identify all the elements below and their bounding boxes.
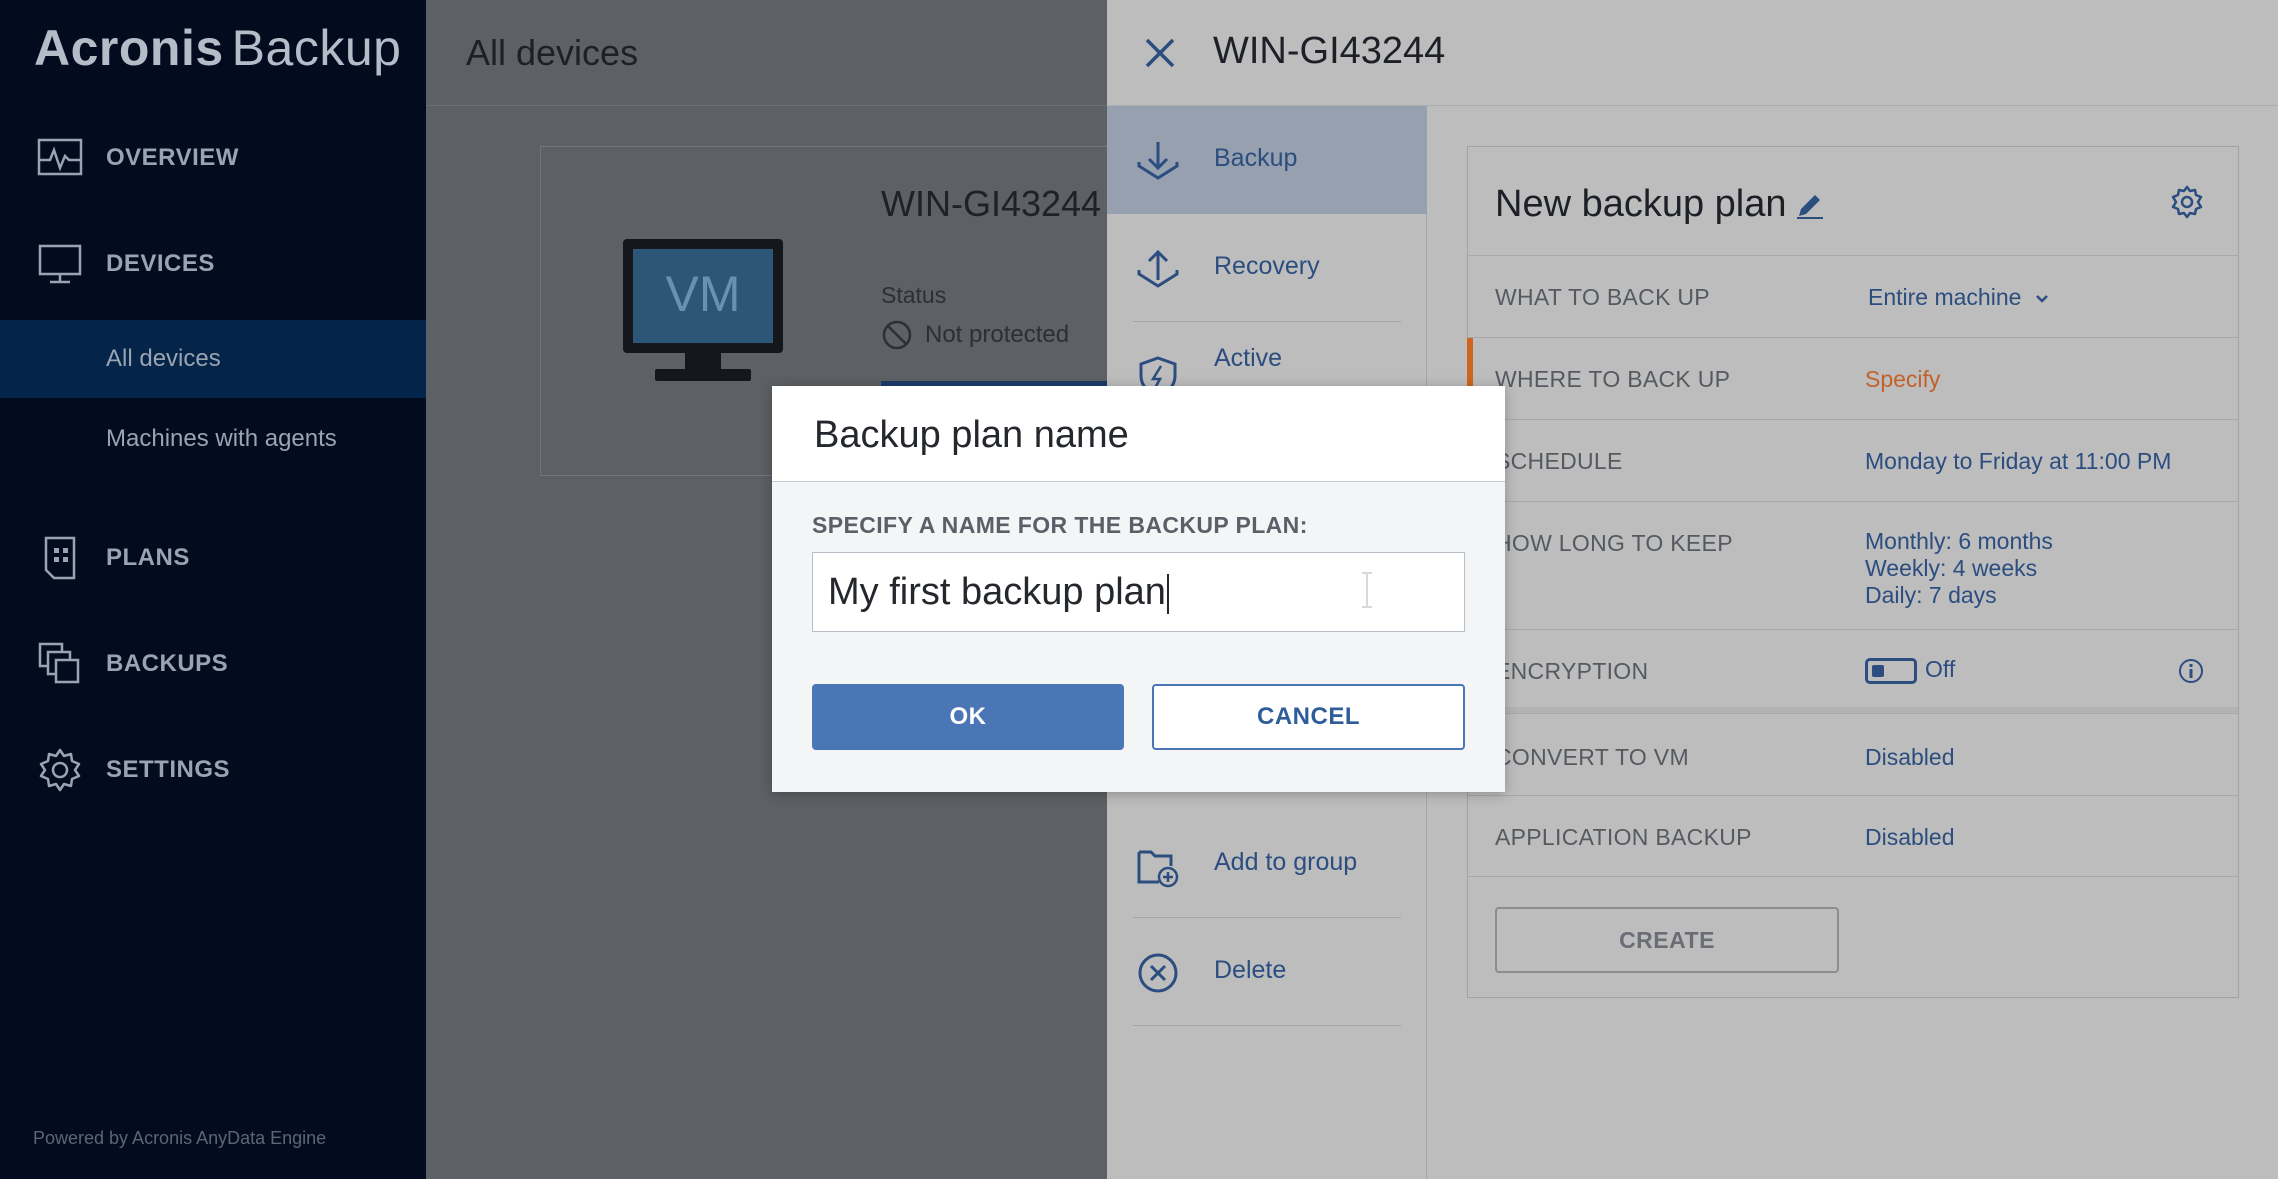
- panel-header: WIN-GI43244: [1107, 0, 2278, 106]
- sidebar-subitem-label: Machines with agents: [106, 425, 337, 452]
- input-text: My first backup plan: [828, 571, 1166, 613]
- vm-label: VM: [666, 266, 741, 322]
- recovery-upload-icon: [1137, 249, 1179, 288]
- action-backup[interactable]: Backup: [1107, 106, 1427, 214]
- dialog-header: Backup plan name: [772, 386, 1505, 482]
- vm-monitor-icon: VM: [623, 239, 783, 381]
- row-how-long-to-keep: HOW LONG TO KEEP Monthly: 6 months Weekl…: [1468, 501, 2238, 629]
- application-backup-link[interactable]: Disabled: [1865, 824, 1955, 851]
- schedule-link[interactable]: Monday to Friday at 11:00 PM: [1865, 448, 2171, 475]
- action-recovery[interactable]: Recovery: [1107, 214, 1427, 322]
- row-convert-to-vm: CONVERT TO VM Disabled: [1468, 713, 2238, 795]
- sidebar-subitem-machines-with-agents[interactable]: Machines with agents: [0, 400, 426, 478]
- divider: [1133, 1025, 1401, 1026]
- convert-to-vm-link[interactable]: Disabled: [1865, 744, 1955, 771]
- backups-icon: [38, 642, 80, 684]
- backup-download-icon: [1137, 142, 1179, 180]
- action-label: Delete: [1214, 956, 1287, 984]
- powered-by-footer: Powered by Acronis AnyData Engine: [33, 1128, 327, 1148]
- row-label: CONVERT TO VM: [1495, 744, 1689, 770]
- plan-title-text: New backup plan: [1495, 183, 1787, 225]
- action-label: Recovery: [1214, 252, 1320, 280]
- sidebar-item-backups[interactable]: BACKUPS: [0, 624, 426, 704]
- not-protected-icon: [882, 320, 912, 350]
- gear-icon[interactable]: [2170, 185, 2204, 219]
- sidebar-item-overview[interactable]: OVERVIEW: [0, 118, 426, 198]
- sidebar-item-devices[interactable]: DEVICES: [0, 224, 426, 304]
- action-delete[interactable]: Delete: [1107, 918, 1427, 1026]
- add-to-group-icon: [1137, 850, 1179, 888]
- sidebar-item-settings[interactable]: SETTINGS: [0, 730, 426, 810]
- device-name: WIN-GI43244: [881, 183, 1102, 224]
- ok-button[interactable]: OK: [812, 684, 1124, 750]
- row-application-backup: APPLICATION BACKUP Disabled: [1468, 795, 2238, 877]
- info-icon[interactable]: [2178, 658, 2204, 684]
- backup-plan-card: New backup plan WHAT TO BACK UP Entire m…: [1467, 146, 2239, 998]
- plan-name-input[interactable]: My first backup plan: [812, 552, 1465, 632]
- row-label: WHERE TO BACK UP: [1495, 366, 1731, 392]
- row-label: SCHEDULE: [1495, 448, 1623, 474]
- app-logo: Acronis Backup: [34, 18, 401, 78]
- plan-name-input-value: My first backup plan: [828, 571, 1169, 614]
- gear-icon: [39, 748, 81, 792]
- toggle-switch: [1865, 657, 1917, 684]
- encryption-toggle[interactable]: Off: [1865, 656, 1955, 684]
- sidebar-item-label: SETTINGS: [106, 756, 231, 783]
- toggle-state: Off: [1925, 656, 1956, 682]
- what-to-back-up-dropdown[interactable]: Entire machine: [1868, 284, 2050, 311]
- overview-icon: [37, 138, 83, 176]
- row-label: APPLICATION BACKUP: [1495, 824, 1752, 850]
- text-caret: [1166, 573, 1169, 614]
- retention-link[interactable]: Monthly: 6 months Weekly: 4 weeks Daily:…: [1865, 528, 2053, 609]
- action-label: Active: [1214, 344, 1283, 372]
- action-label: Add to group: [1214, 848, 1358, 876]
- status-value-text: Not protected: [925, 321, 1070, 348]
- retention-daily: Daily: 7 days: [1865, 582, 1997, 608]
- chevron-down-icon: [2035, 295, 2048, 303]
- pencil-edit-icon[interactable]: [1795, 190, 1825, 220]
- status-label: Status: [881, 282, 947, 308]
- plans-icon: [44, 536, 76, 580]
- dialog-title: Backup plan name: [814, 414, 1129, 456]
- row-label: HOW LONG TO KEEP: [1495, 530, 1733, 556]
- sidebar: Acronis Backup OVERVIEW DEVICES All devic…: [0, 0, 426, 1179]
- dropdown-value: Entire machine: [1868, 284, 2022, 310]
- row-schedule: SCHEDULE Monday to Friday at 11:00 PM: [1468, 419, 2238, 501]
- row-where-to-back-up: WHERE TO BACK UP Specify: [1467, 337, 2238, 419]
- sidebar-item-label: OVERVIEW: [106, 144, 239, 171]
- sidebar-item-label: BACKUPS: [106, 650, 229, 677]
- monitor-icon: [38, 244, 82, 284]
- close-icon[interactable]: [1143, 36, 1177, 70]
- create-button[interactable]: CREATE: [1495, 907, 1839, 973]
- page-title: All devices: [466, 32, 639, 73]
- sidebar-subitem-label: All devices: [106, 345, 221, 372]
- row-label: WHAT TO BACK UP: [1495, 284, 1710, 310]
- text-cursor-icon: [1362, 572, 1372, 608]
- row-what-to-back-up: WHAT TO BACK UP Entire machine: [1468, 255, 2238, 337]
- logo-brand: Acronis: [34, 20, 224, 76]
- main-header: All devices: [426, 0, 1107, 106]
- action-add-to-group[interactable]: Add to group: [1107, 810, 1427, 918]
- sidebar-subitem-all-devices[interactable]: All devices: [0, 320, 426, 398]
- logo-product: Backup: [231, 20, 402, 76]
- retention-weekly: Weekly: 4 weeks: [1865, 555, 2038, 581]
- retention-monthly: Monthly: 6 months: [1865, 528, 2053, 554]
- plan-title: New backup plan: [1495, 183, 1825, 226]
- action-label: Backup: [1214, 144, 1298, 172]
- row-encryption: ENCRYPTION Off: [1468, 629, 2238, 713]
- sidebar-item-label: PLANS: [106, 544, 190, 571]
- delete-circle-x-icon: [1138, 953, 1178, 993]
- panel-title: WIN-GI43244: [1213, 30, 1446, 72]
- backup-plan-name-dialog: Backup plan name SPECIFY A NAME FOR THE …: [772, 386, 1505, 792]
- cancel-button[interactable]: CANCEL: [1152, 684, 1465, 750]
- plan-name-label: SPECIFY A NAME FOR THE BACKUP PLAN:: [812, 512, 1308, 538]
- status-badge: Not protected: [881, 319, 1069, 351]
- sidebar-item-plans[interactable]: PLANS: [0, 518, 426, 598]
- specify-link[interactable]: Specify: [1865, 366, 1940, 393]
- row-label: ENCRYPTION: [1495, 658, 1649, 684]
- sidebar-item-label: DEVICES: [106, 250, 215, 277]
